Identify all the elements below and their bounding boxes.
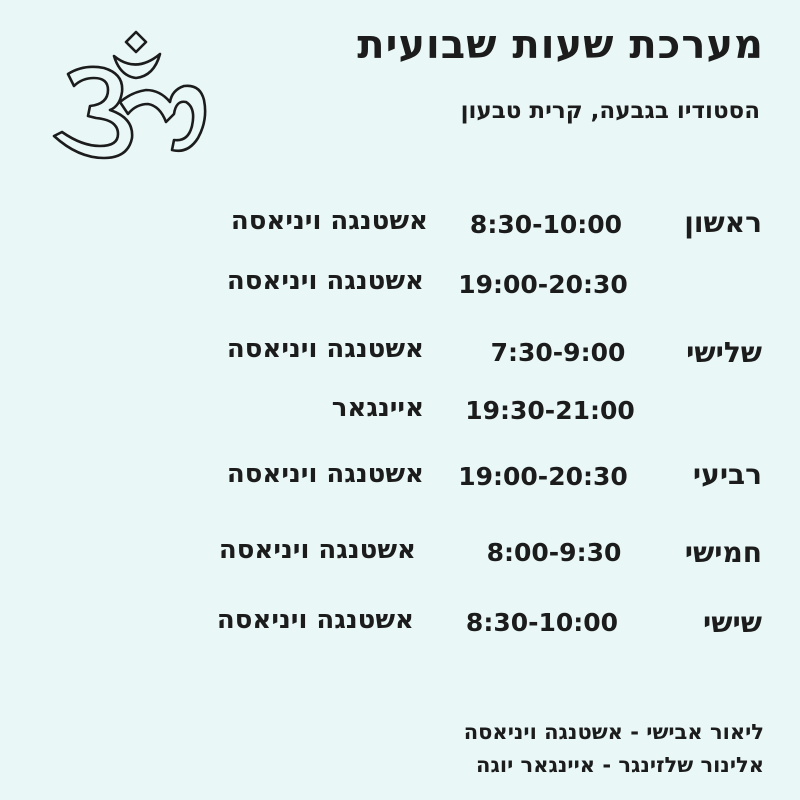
class-name: אשטנגה ויניאסה (230, 206, 428, 236)
class-time: 8:00-9:30 (486, 538, 622, 567)
teacher-credit: אלינור שלזינגר - איינגאר יוגה (476, 753, 764, 777)
day-label: ראשון (684, 206, 762, 239)
class-name: אשטנגה ויניאסה (226, 334, 424, 364)
class-time: 8:30-10:00 (465, 608, 619, 637)
weekly-schedule: ראשון 8:30-10:00 אשטנגה ויניאסה 19:00-20… (0, 0, 800, 800)
class-time: 19:00-20:30 (458, 270, 628, 299)
day-label: חמישי (684, 536, 762, 569)
teachers-footer: ליאור אבישי - אשטנגה ויניאסה אלינור שלזי… (464, 716, 764, 782)
class-time: 19:00-20:30 (458, 462, 628, 491)
class-name: איינגאר (331, 393, 424, 423)
class-time: 19:30-21:00 (465, 396, 635, 425)
class-name: אשטנגה ויניאסה (216, 605, 414, 635)
day-label: שלישי (686, 336, 762, 369)
class-name: אשטנגה ויניאסה (226, 266, 424, 296)
day-label: שישי (703, 606, 762, 639)
teacher-credit: ליאור אבישי - אשטנגה ויניאסה (463, 720, 764, 744)
class-time: 7:30-9:00 (490, 338, 626, 367)
day-label: רביעי (692, 458, 762, 491)
class-name: אשטנגה ויניאסה (218, 535, 416, 565)
class-name: אשטנגה ויניאסה (226, 459, 424, 489)
class-time: 8:30-10:00 (469, 210, 623, 239)
